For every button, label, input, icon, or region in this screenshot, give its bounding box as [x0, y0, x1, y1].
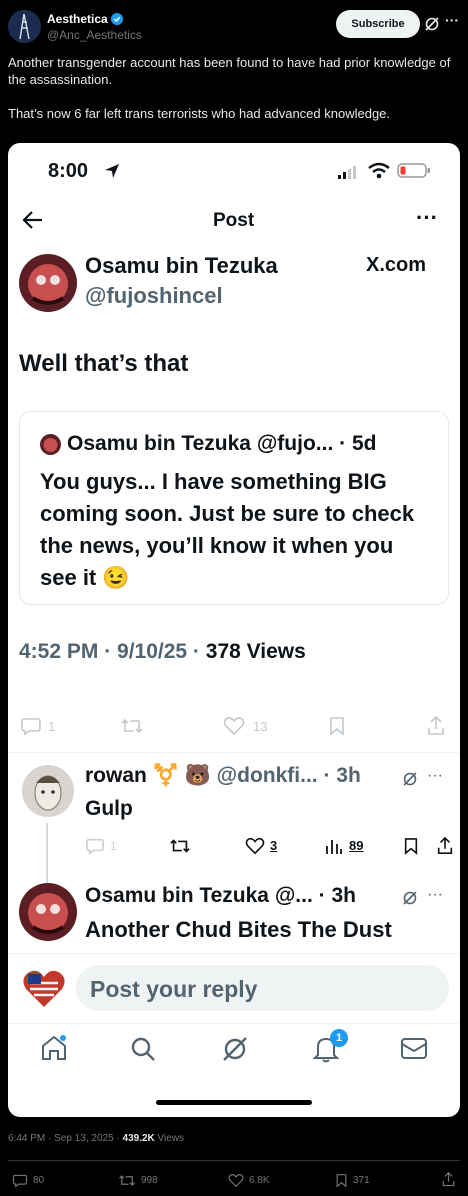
grok-icon[interactable] — [424, 16, 440, 37]
reply-icon[interactable] — [85, 837, 105, 860]
xcom-watermark: X.com — [366, 254, 427, 276]
reply-handle-time[interactable]: @donkfi... · 3h — [217, 764, 361, 787]
post-date[interactable]: 6:44 PM · Sep 13, 2025 · — [8, 1133, 123, 1144]
bookmark-icon[interactable] — [328, 716, 346, 741]
like-count: 13 — [253, 719, 268, 734]
tweet-text: Another transgender account has been fou… — [8, 54, 458, 122]
reply-name: rowan ⚧️ 🐻 @donkfi... · 3h — [85, 764, 361, 788]
reply-text: Gulp — [85, 797, 133, 820]
grok-icon[interactable] — [402, 771, 418, 792]
divider — [8, 953, 460, 954]
share-icon — [442, 1171, 455, 1187]
quote-text: You guys... I have something BIG coming … — [40, 469, 415, 590]
quote-avatar — [40, 434, 61, 455]
repost-icon — [119, 1175, 135, 1186]
like-icon[interactable] — [223, 716, 245, 741]
bookmark-icon — [336, 1174, 347, 1188]
post-timestamp: 6:44 PM · Sep 13, 2025 · 439.2K Views — [8, 1133, 184, 1144]
views-count: 439.2K — [122, 1133, 155, 1144]
post-body: Well that’s that — [19, 350, 189, 377]
bookmark-button[interactable]: 371 — [335, 1173, 370, 1188]
back-arrow-icon[interactable] — [22, 210, 44, 235]
battery-low-icon — [397, 163, 431, 183]
tower-logo-icon — [8, 10, 41, 43]
share-button[interactable] — [441, 1171, 456, 1192]
search-icon[interactable] — [129, 1035, 157, 1068]
post-meta-time: 4:52 PM · 9/10/25 · — [19, 640, 206, 663]
divider — [8, 752, 460, 753]
reply-icon[interactable] — [20, 716, 42, 741]
quote-header: Osamu bin Tezuka @fujo... · 5d — [67, 432, 377, 455]
reply-count: 1 — [48, 719, 56, 734]
divider — [8, 1023, 460, 1024]
reply-text: Another Chud Bites The Dust — [85, 917, 392, 942]
reply-input[interactable]: Post your reply — [76, 965, 449, 1011]
author-handle[interactable]: @Anc_Aesthetics — [47, 28, 142, 42]
status-time: 8:00 — [48, 160, 89, 182]
reply-emoji: ⚧️ 🐻 — [152, 764, 211, 787]
subscribe-button[interactable]: Subscribe — [336, 10, 420, 38]
attached-screenshot[interactable]: 8:00 Post ··· Osamu bin Tezuka @fujoshin… — [8, 143, 460, 1117]
reply-more-icon[interactable]: ··· — [427, 767, 443, 785]
more-options-button[interactable]: ··· — [445, 12, 459, 28]
quoted-post[interactable]: Osamu bin Tezuka @fujo... · 5d You guys.… — [19, 411, 449, 605]
reply-button[interactable]: 80 — [12, 1173, 44, 1188]
divider — [8, 1160, 460, 1161]
reply-count: 80 — [33, 1175, 45, 1186]
author-avatar[interactable] — [19, 254, 77, 312]
notification-badge: 1 — [330, 1029, 348, 1047]
author-name[interactable]: Aesthetica — [47, 12, 108, 26]
like-count: 3 — [270, 838, 278, 853]
share-icon[interactable] — [426, 715, 446, 741]
repost-count: 998 — [141, 1175, 158, 1186]
bookmark-count: 371 — [353, 1175, 370, 1186]
like-icon[interactable] — [245, 837, 265, 860]
views-icon[interactable] — [325, 837, 343, 860]
location-arrow-icon — [104, 163, 120, 184]
reply-avatar[interactable] — [19, 883, 77, 941]
post-meta-views: 378 Views — [205, 640, 306, 663]
author-name[interactable]: Osamu bin Tezuka — [85, 253, 278, 279]
views-count: 89 — [349, 838, 364, 853]
repost-icon[interactable] — [169, 836, 191, 861]
repost-icon[interactable] — [120, 716, 144, 741]
bookmark-icon[interactable] — [403, 837, 419, 860]
reply-placeholder: Post your reply — [90, 976, 258, 1002]
more-options-icon[interactable]: ··· — [416, 205, 438, 231]
post-action-row: 1 13 — [8, 708, 460, 748]
messages-icon[interactable] — [400, 1036, 428, 1067]
reply-header[interactable]: Osamu bin Tezuka @... · 3h — [85, 884, 356, 908]
repost-button[interactable]: 998 — [118, 1173, 158, 1188]
signal-icon — [338, 165, 360, 184]
home-icon[interactable] — [39, 1033, 69, 1068]
reply-avatar[interactable] — [22, 765, 74, 817]
like-icon — [228, 1174, 244, 1188]
grok-nav-icon[interactable] — [221, 1035, 249, 1068]
composer-avatar — [22, 969, 66, 1014]
reply-icon — [12, 1174, 28, 1188]
like-button[interactable]: 6.8K — [228, 1173, 270, 1188]
post-meta: 4:52 PM · 9/10/25 · 378 Views — [19, 640, 306, 664]
tweet-text-line1: Another transgender account has been fou… — [8, 55, 451, 87]
tweet-text-line2: That’s now 6 far left trans terrorists w… — [8, 106, 391, 121]
share-icon[interactable] — [436, 836, 454, 860]
grok-icon[interactable] — [402, 890, 418, 911]
reply-action-row: 1 3 89 — [85, 835, 455, 861]
reply-author-name[interactable]: rowan — [85, 764, 147, 787]
page-title: Post — [213, 210, 255, 231]
views-label: Views — [154, 1133, 185, 1144]
reply-more-icon[interactable]: ··· — [427, 886, 443, 904]
author-handle[interactable]: @fujoshincel — [85, 283, 223, 309]
author-avatar[interactable] — [8, 10, 41, 43]
thread-line — [46, 823, 48, 883]
home-indicator — [156, 1100, 312, 1105]
reply-count: 1 — [110, 839, 117, 853]
wifi-icon — [368, 162, 390, 184]
like-count: 6.8K — [249, 1175, 270, 1186]
